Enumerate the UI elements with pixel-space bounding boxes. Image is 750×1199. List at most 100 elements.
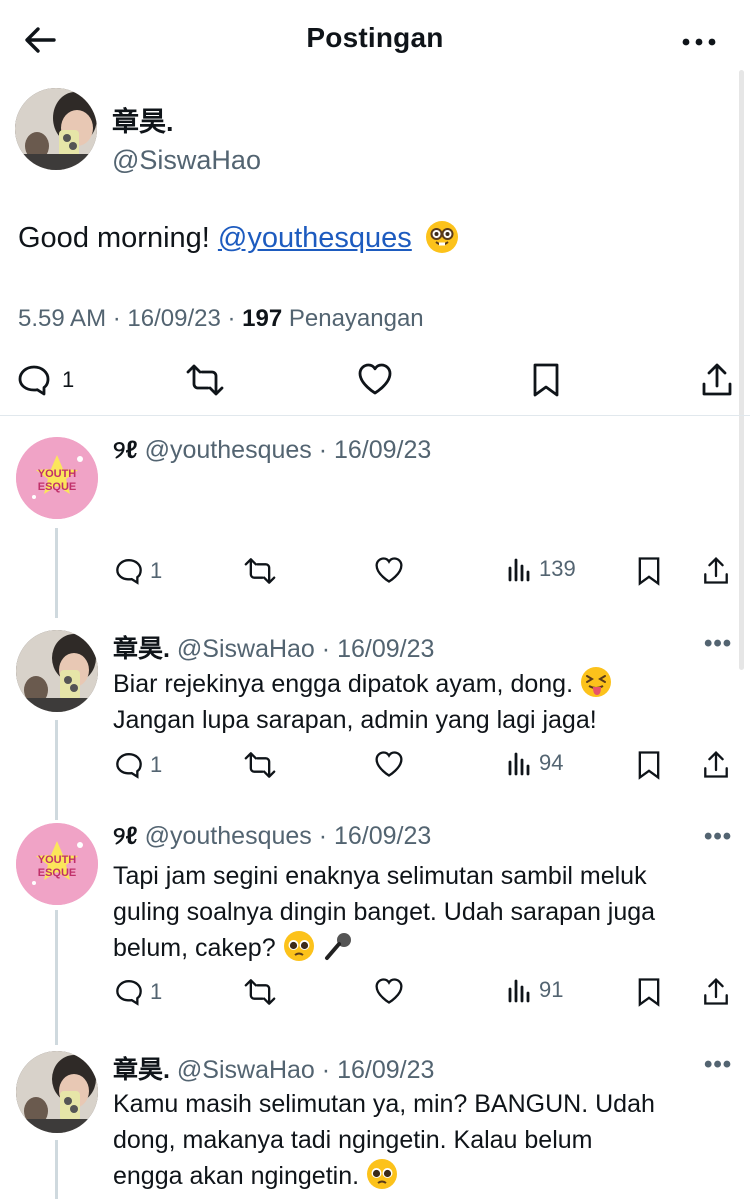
author-block[interactable]: 章昊. @SiswaHao xyxy=(112,100,261,176)
analytics-icon xyxy=(508,752,530,776)
reply-button[interactable]: 1 xyxy=(16,362,74,398)
reply-avatar[interactable]: YOUTH ESQUE xyxy=(16,437,98,519)
reply-header[interactable]: 章昊. @SiswaHao · 16/09/23 xyxy=(113,629,434,665)
repost-icon xyxy=(244,752,276,778)
post-text-body: Good morning! xyxy=(18,222,218,254)
reply-text-line: Biar rejekinya engga dipatok ayam, dong. xyxy=(113,670,580,698)
reply-button[interactable]: 1 xyxy=(114,977,162,1007)
repost-icon xyxy=(244,979,276,1005)
bookmark-button[interactable] xyxy=(637,977,661,1007)
heart-icon xyxy=(375,751,403,777)
reply-text-line: Jangan lupa sarapan, admin yang lagi jag… xyxy=(113,706,597,734)
reply-button[interactable]: 1 xyxy=(114,750,162,780)
mention-link[interactable]: @youthesques xyxy=(218,222,412,254)
reply-avatar[interactable]: YOUTH ESQUE xyxy=(16,823,98,905)
thread-line xyxy=(55,1140,58,1199)
views-count: 139 xyxy=(539,556,576,581)
repost-button[interactable] xyxy=(244,556,276,586)
reply-icon xyxy=(116,752,142,779)
like-button[interactable] xyxy=(374,977,404,1005)
reply-count: 1 xyxy=(150,558,163,583)
share-icon xyxy=(704,557,728,584)
post-date[interactable]: 16/09/23 xyxy=(127,305,220,332)
views-button[interactable]: 91 xyxy=(507,977,563,1003)
reply-avatar[interactable] xyxy=(16,1051,98,1133)
reply-author-name[interactable]: ୨ℓ xyxy=(113,436,138,464)
heart-icon xyxy=(375,978,403,1004)
reply-date[interactable]: 16/09/23 xyxy=(334,822,431,850)
bookmark-button[interactable] xyxy=(637,556,661,586)
reply-text-line: belum, cakep? xyxy=(113,934,283,962)
analytics-icon xyxy=(508,558,530,582)
squinting-tongue-emoji-icon xyxy=(580,666,612,698)
bookmark-button[interactable] xyxy=(532,362,560,398)
bookmark-icon xyxy=(638,751,660,780)
author-handle[interactable]: @SiswaHao xyxy=(112,145,261,176)
reply-more-icon[interactable]: ••• xyxy=(704,1051,732,1079)
views-button[interactable]: 94 xyxy=(507,750,563,776)
share-button[interactable] xyxy=(702,556,730,586)
repost-icon xyxy=(244,558,276,584)
microphone-emoji-icon xyxy=(322,930,354,962)
reply-text-line: dong, makanya tadi ngingetin. Kalau belu… xyxy=(113,1126,593,1154)
reply-text-line: guling soalnya dingin banget. Udah sarap… xyxy=(113,898,656,926)
reply-icon xyxy=(116,979,142,1006)
reply-text-line: Kamu masih selimutan ya, min? BANGUN. Ud… xyxy=(113,1090,655,1118)
share-button[interactable] xyxy=(700,362,734,398)
reply-button[interactable]: 1 xyxy=(114,556,162,586)
reply-author-handle[interactable]: @SiswaHao xyxy=(177,635,315,663)
bookmark-icon xyxy=(638,978,660,1007)
more-options-icon[interactable] xyxy=(682,26,716,50)
logo-text-bottom: ESQUE xyxy=(38,481,77,493)
reply-avatar[interactable] xyxy=(16,630,98,712)
bookmark-icon xyxy=(638,557,660,586)
reply-text-line: engga akan ngingetin. xyxy=(113,1162,366,1190)
reply-action-bar: 1 139 xyxy=(0,556,750,596)
views-count: 91 xyxy=(539,977,564,1002)
reply-author-handle[interactable]: @youthesques xyxy=(145,436,312,464)
bookmark-button[interactable] xyxy=(637,750,661,780)
top-bar: Postingan xyxy=(0,0,750,78)
like-button[interactable] xyxy=(374,556,404,584)
views-count: 197 xyxy=(242,305,283,332)
reply-more-icon[interactable]: ••• xyxy=(704,823,732,851)
views-button[interactable]: 139 xyxy=(507,556,576,582)
like-button[interactable] xyxy=(374,750,404,778)
reply-icon xyxy=(116,558,142,585)
views-count: 94 xyxy=(539,750,564,775)
heart-icon xyxy=(375,557,403,583)
logo-text-top: YOUTH xyxy=(38,854,77,866)
reply-author-name[interactable]: ୨ℓ xyxy=(113,822,138,850)
repost-button[interactable] xyxy=(244,977,276,1007)
share-icon xyxy=(704,751,728,778)
post-time[interactable]: 5.59 AM xyxy=(18,305,106,332)
share-button[interactable] xyxy=(702,750,730,780)
share-button[interactable] xyxy=(702,977,730,1007)
reply-author-handle[interactable]: @SiswaHao xyxy=(177,1056,315,1084)
reply-date[interactable]: 16/09/23 xyxy=(337,635,434,663)
reply-header[interactable]: ୨ℓ @youthesques · 16/09/23 xyxy=(113,822,431,851)
author-name[interactable]: 章昊. xyxy=(112,100,261,139)
reply-author-name[interactable]: 章昊. xyxy=(113,1056,170,1084)
reply-text-line: Tapi jam segini enaknya selimutan sambil… xyxy=(113,862,647,890)
reply-author-name[interactable]: 章昊. xyxy=(113,635,170,663)
divider xyxy=(0,415,750,416)
author-avatar[interactable] xyxy=(15,88,97,170)
heart-icon xyxy=(358,363,392,395)
reply-text: Biar rejekinya engga dipatok ayam, dong.… xyxy=(113,666,725,738)
main-action-bar: 1 xyxy=(0,362,750,402)
reply-action-bar: 1 94 xyxy=(0,750,750,790)
share-icon xyxy=(704,978,728,1005)
reply-count: 1 xyxy=(150,752,163,777)
reply-author-handle[interactable]: @youthesques xyxy=(145,822,312,850)
reply-text: Tapi jam segini enaknya selimutan sambil… xyxy=(113,858,725,966)
reply-date[interactable]: 16/09/23 xyxy=(337,1056,434,1084)
nerd-face-emoji-icon xyxy=(425,221,458,253)
repost-button[interactable] xyxy=(186,362,224,398)
reply-header[interactable]: ୨ℓ @youthesques · 16/09/23 xyxy=(113,436,431,465)
reply-date[interactable]: 16/09/23 xyxy=(334,436,431,464)
like-button[interactable] xyxy=(357,362,393,396)
reply-more-icon[interactable]: ••• xyxy=(704,630,732,658)
reply-header[interactable]: 章昊. @SiswaHao · 16/09/23 xyxy=(113,1050,434,1086)
repost-button[interactable] xyxy=(244,750,276,780)
